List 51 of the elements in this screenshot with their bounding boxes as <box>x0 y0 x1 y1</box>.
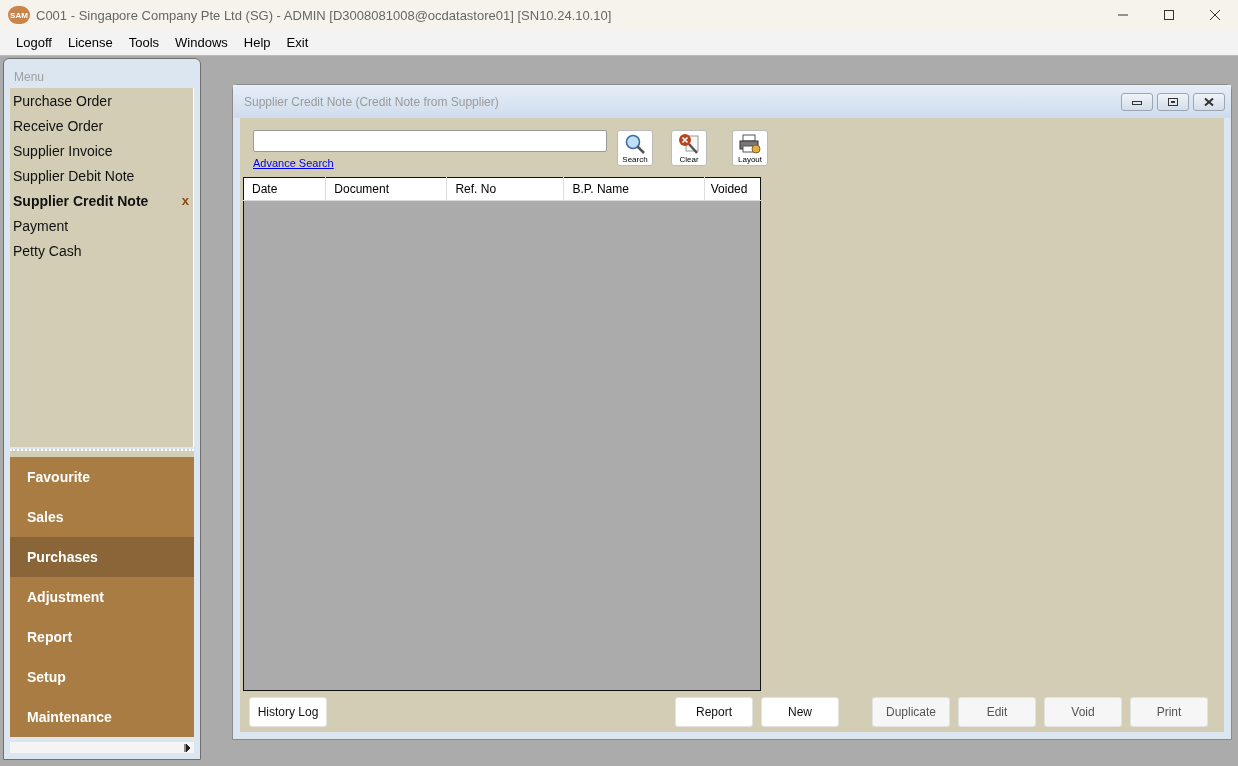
nav-section-button[interactable]: Adjustment <box>10 577 194 617</box>
app-logo: SAM <box>8 6 30 24</box>
menu-list-item[interactable]: Supplier Invoice <box>10 138 193 163</box>
nav-section-button[interactable]: Favourite <box>10 457 194 497</box>
close-icon <box>1210 10 1220 20</box>
menu-list-item[interactable]: Supplier Debit Note <box>10 163 193 188</box>
menu-item[interactable]: Logoff <box>8 33 60 52</box>
restore-button[interactable] <box>1157 92 1189 111</box>
panel-splitter[interactable] <box>10 449 194 457</box>
menu-list-item[interactable]: Receive Order <box>10 113 193 138</box>
advance-search-link[interactable]: Advance Search <box>253 157 334 169</box>
column-header[interactable]: Date <box>243 177 326 201</box>
action-button[interactable]: Report <box>675 697 753 727</box>
close-mark[interactable]: x <box>181 193 189 208</box>
scrollbar[interactable] <box>10 742 194 753</box>
search-field[interactable] <box>253 130 607 152</box>
menu-list-item[interactable]: Supplier Credit Note x <box>10 188 193 213</box>
layout-tool-button[interactable]: Layout <box>732 130 768 166</box>
child-window-title: Supplier Credit Note (Credit Note from Supplier) <box>244 94 500 109</box>
menu-item[interactable]: Windows <box>167 33 236 52</box>
column-header[interactable]: Ref. No <box>446 177 564 201</box>
menu-item[interactable]: Help <box>235 33 279 52</box>
menu-list-item[interactable]: Payment <box>10 213 193 238</box>
maximize-icon <box>1164 10 1174 20</box>
nav-section-button[interactable]: Sales <box>10 497 194 537</box>
search-tool-button[interactable]: Search <box>617 130 653 166</box>
clear-tool-button[interactable]: Clear <box>671 130 707 166</box>
panel-heading: Menu <box>13 69 46 86</box>
nav-section-button[interactable]: Maintenance <box>10 697 194 737</box>
column-header[interactable]: Document <box>325 177 447 201</box>
nav-section-button[interactable]: Purchases <box>10 537 194 577</box>
minimize-button[interactable] <box>1121 92 1153 111</box>
nav-section-button[interactable]: Setup <box>10 657 194 697</box>
window-title: C001 - Singapore Company Pte Ltd (SG) - ADMIN [D3008081008@ocdatastore01] [SN10.24.10.10] <box>36 7 613 23</box>
scroll-right-icon <box>184 743 191 752</box>
menu-item[interactable]: Tools <box>120 33 168 52</box>
nav-section-button[interactable]: Report <box>10 617 194 657</box>
action-button[interactable]: History Log <box>249 697 327 727</box>
close-button[interactable] <box>1193 92 1225 111</box>
menu-list-item[interactable]: Petty Cash <box>10 238 193 263</box>
column-header[interactable]: B.P. Name <box>563 177 705 201</box>
search-icon <box>624 133 646 155</box>
menu-item[interactable]: Exit <box>278 33 317 52</box>
restore-icon <box>1168 97 1178 106</box>
printer-icon <box>739 133 761 155</box>
action-button[interactable]: New <box>761 697 839 727</box>
close-icon <box>1204 97 1214 106</box>
clear-icon <box>678 133 700 155</box>
menu-list-item[interactable]: Purchase Order <box>10 88 193 113</box>
column-header[interactable]: Voided <box>704 177 761 201</box>
menu-item[interactable]: License <box>59 33 121 52</box>
